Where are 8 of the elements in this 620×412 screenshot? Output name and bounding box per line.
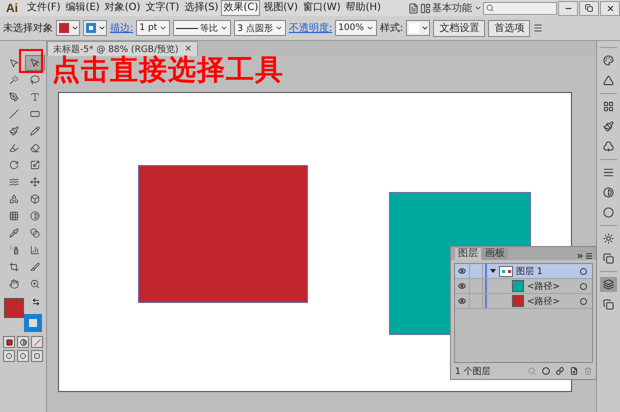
- style-label: 样式:: [380, 22, 404, 35]
- annotation-text: 点击直接选择工具: [52, 53, 284, 88]
- selection-status: 未选择对象: [3, 22, 53, 35]
- app-logo: Ai: [5, 1, 19, 15]
- layer-name: <路径>: [527, 296, 562, 308]
- layer-count: 1 个图层: [455, 366, 491, 378]
- layer-name: 图层 1: [516, 266, 544, 278]
- layer-name: <路径>: [527, 280, 562, 292]
